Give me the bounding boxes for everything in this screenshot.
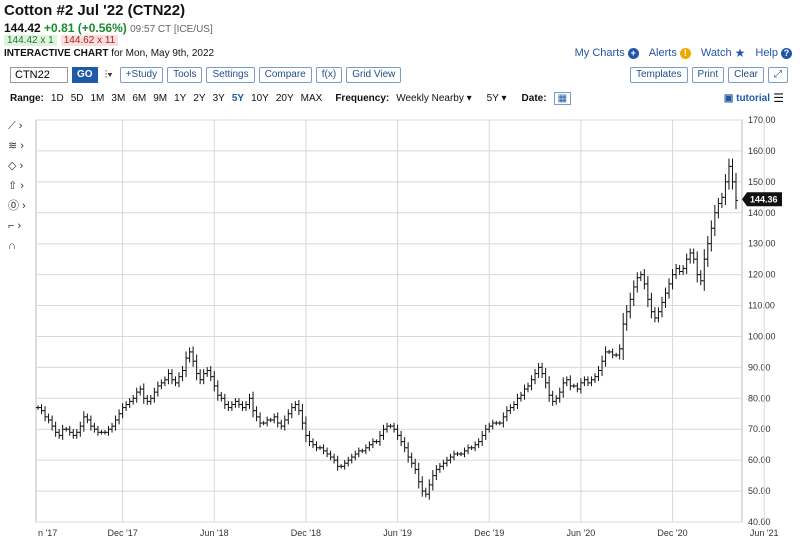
x-tick-label: Dec '19 <box>474 528 504 538</box>
y-tick-label: 140.00 <box>748 208 776 218</box>
help-label: Help <box>755 47 778 59</box>
plot-area <box>35 119 743 523</box>
range-1m[interactable]: 1M <box>91 93 105 104</box>
fx-button[interactable]: f(x) <box>315 67 343 83</box>
tools-button[interactable]: Tools <box>167 67 203 83</box>
y-tick-label: 110.00 <box>748 301 775 311</box>
templates-button[interactable]: Templates <box>629 67 688 83</box>
interactive-date: for Mon, May 9th, 2022 <box>111 48 215 59</box>
range-3m[interactable]: 3M <box>111 93 125 104</box>
range-5y[interactable]: 5Y <box>232 93 244 104</box>
help-link[interactable]: Help? <box>755 46 792 60</box>
top-links: My Charts + Alerts! Watch ★ Help? <box>575 46 792 60</box>
x-tick-label: Dec '18 <box>291 528 321 538</box>
range-1y[interactable]: 1Y <box>174 93 186 104</box>
interactive-label: INTERACTIVE CHART <box>4 48 109 59</box>
plus-circle-icon: + <box>627 47 639 59</box>
alerts-label: Alerts <box>648 47 677 59</box>
expand-icon[interactable]: ⤢ <box>768 67 788 83</box>
grid-view-button[interactable]: Grid View <box>346 67 402 83</box>
my-charts-link[interactable]: My Charts + <box>575 46 639 60</box>
bar-type-icon[interactable]: ⫶▾ <box>102 69 116 82</box>
bid-value: 144.42 x 1 <box>4 35 57 46</box>
y-tick-label: 60.00 <box>748 455 771 465</box>
x-tick-label: Jun '21 <box>750 528 779 538</box>
hamburger-menu-icon[interactable]: ☰ <box>773 91 784 105</box>
ask-value: 144.62 x 11 <box>60 35 119 46</box>
symbol-input[interactable] <box>10 67 68 83</box>
x-tick-label: Jun '20 <box>567 528 596 538</box>
y-tick-label: 130.00 <box>748 239 776 249</box>
range-5d[interactable]: 5D <box>71 93 84 104</box>
y-tick-label: 70.00 <box>748 424 771 434</box>
period-value: 5Y <box>486 93 499 104</box>
frequency-value: Weekly Nearby <box>396 93 464 104</box>
range-max[interactable]: MAX <box>301 93 323 104</box>
price-change: +0.81 (+0.56%) <box>44 21 127 35</box>
star-icon: ★ <box>734 46 746 60</box>
range-1d[interactable]: 1D <box>51 93 64 104</box>
period-select[interactable]: 5Y ▾ <box>487 93 507 104</box>
x-tick-label: Dec '17 <box>107 528 137 538</box>
compare-button[interactable]: Compare <box>258 67 312 83</box>
last-price: 144.42 <box>4 21 41 35</box>
frequency-label: Frequency: <box>335 93 390 104</box>
bid-ask: 144.42 x 1 144.62 x 11 <box>4 35 119 46</box>
y-tick-label: 80.00 <box>748 393 771 403</box>
y-tick-label: 160.00 <box>748 146 776 156</box>
y-tick-label: 150.00 <box>748 177 776 187</box>
range-9m[interactable]: 9M <box>153 93 167 104</box>
study-button[interactable]: +Study <box>119 67 164 83</box>
tutorial-link[interactable]: ▣ tutorial <box>724 93 770 104</box>
x-tick-label: Jun '18 <box>200 528 229 538</box>
interactive-chart-label: INTERACTIVE CHART for Mon, May 9th, 2022 <box>4 48 214 59</box>
range-6m[interactable]: 6M <box>132 93 146 104</box>
my-charts-label: My Charts <box>574 47 625 59</box>
tutorial-label: tutorial <box>736 93 770 104</box>
y-tick-label: 90.00 <box>748 362 771 372</box>
settings-button[interactable]: Settings <box>206 67 255 83</box>
x-tick-label: n '17 <box>38 528 57 538</box>
y-tick-label: 50.00 <box>748 486 771 496</box>
help-icon: ? <box>781 47 792 59</box>
y-tick-label: 100.00 <box>748 331 776 341</box>
range-3y[interactable]: 3Y <box>213 93 225 104</box>
y-tick-label: 120.00 <box>748 270 776 280</box>
range-bar: Range: 1D 5D 1M 3M 6M 9M 1Y 2Y 3Y 5Y 10Y… <box>10 92 572 105</box>
time-exchange: 09:57 CT [ICE/US] <box>130 24 213 35</box>
date-label: Date: <box>521 93 547 104</box>
price-chart[interactable]: 170.00 160.00 150.00 140.00 130.00 120.00 110.… <box>0 108 800 548</box>
alert-icon: ! <box>679 47 691 59</box>
alerts-link[interactable]: Alerts! <box>649 46 691 60</box>
calendar-icon[interactable]: ▦ <box>553 92 572 105</box>
range-10y[interactable]: 10Y <box>251 93 269 104</box>
x-tick-label: Dec '20 <box>657 528 687 538</box>
chart-toolbar-right: Templates Print Clear ⤢ <box>629 67 788 83</box>
page-title: Cotton #2 Jul '22 (CTN22) <box>4 2 186 19</box>
clear-button[interactable]: Clear <box>728 67 764 83</box>
range-20y[interactable]: 20Y <box>276 93 294 104</box>
watch-link[interactable]: Watch ★ <box>701 46 746 60</box>
x-tick-label: Jun '19 <box>383 528 412 538</box>
range-label: Range: <box>10 93 44 104</box>
chart-toolbar: GO ⫶▾ +Study Tools Settings Compare f(x)… <box>10 67 402 83</box>
last-price-label: 144.36 <box>750 194 778 204</box>
quote-line: 144.42 +0.81 (+0.56%) 09:57 CT [ICE/US] <box>4 21 213 35</box>
range-2y[interactable]: 2Y <box>193 93 205 104</box>
y-tick-label: 40.00 <box>748 517 771 527</box>
print-button[interactable]: Print <box>691 67 725 83</box>
go-button[interactable]: GO <box>72 67 98 83</box>
frequency-select[interactable]: Weekly Nearby ▾ <box>396 93 471 104</box>
y-tick-label: 170.00 <box>748 115 776 125</box>
watch-label: Watch <box>700 47 732 59</box>
